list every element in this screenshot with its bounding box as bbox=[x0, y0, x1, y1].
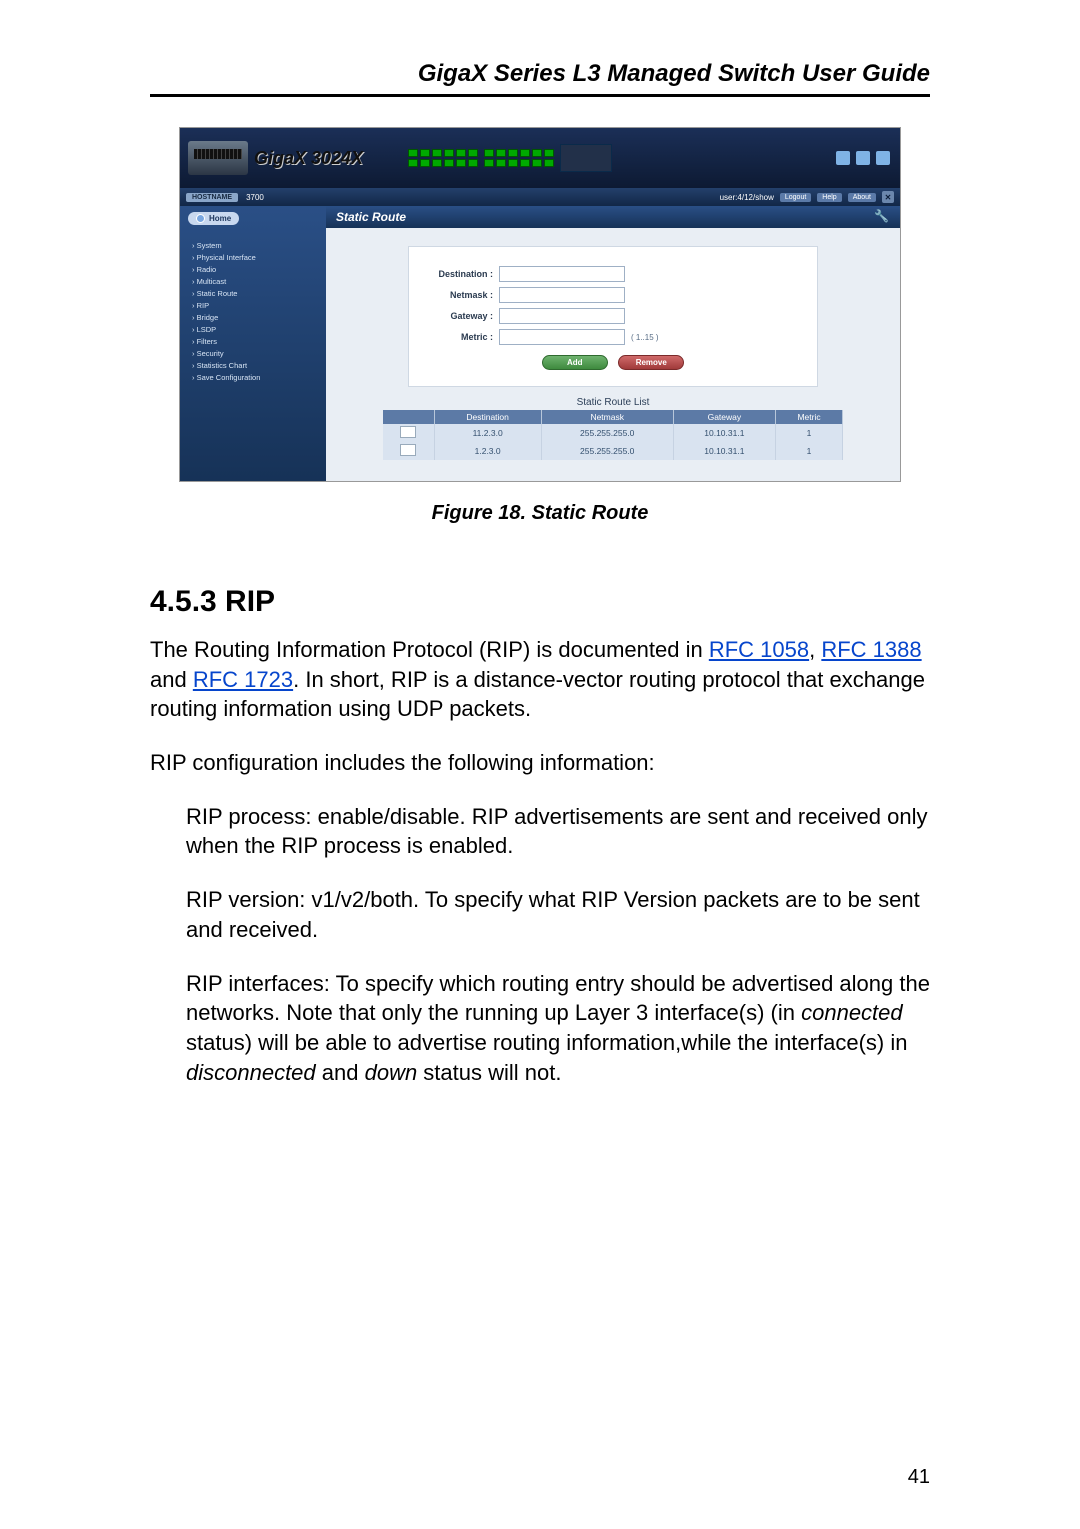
add-button[interactable]: Add bbox=[542, 355, 608, 370]
hostname-value: 3700 bbox=[246, 193, 264, 202]
col-destination: Destination bbox=[434, 410, 541, 424]
col-metric: Metric bbox=[776, 410, 843, 424]
netmask-input[interactable] bbox=[499, 287, 625, 303]
nav-item-security[interactable]: Security bbox=[192, 349, 318, 358]
edit-icon[interactable] bbox=[400, 444, 416, 456]
port-bank-1 bbox=[408, 149, 478, 167]
embedded-screenshot: GigaX 3024X HOSTNAME bbox=[179, 127, 901, 482]
section-heading: 4.5.3 RIP bbox=[150, 585, 930, 619]
brand-text: GigaX 3024X bbox=[254, 148, 363, 169]
document-page: GigaX Series L3 Managed Switch User Guid… bbox=[0, 0, 1080, 1529]
page-number: 41 bbox=[908, 1466, 930, 1489]
port-indicator-panel bbox=[398, 144, 836, 172]
figure-caption: Figure 18. Static Route bbox=[150, 502, 930, 525]
nav-item-static-route[interactable]: Static Route bbox=[192, 289, 318, 298]
metric-label: Metric : bbox=[433, 332, 493, 342]
paragraph-intro: The Routing Information Protocol (RIP) i… bbox=[150, 635, 930, 724]
metric-hint: ( 1..15 ) bbox=[631, 333, 659, 342]
main-panel: Static Route 🔧 Destination : Netmask : G… bbox=[326, 206, 900, 481]
cell-netmask: 255.255.255.0 bbox=[541, 424, 673, 442]
link-rfc-1723[interactable]: RFC 1723 bbox=[193, 667, 293, 692]
static-route-table: Destination Netmask Gateway Metric 11.2.… bbox=[383, 410, 843, 460]
cell-netmask: 255.255.255.0 bbox=[541, 442, 673, 460]
cell-destination: 11.2.3.0 bbox=[434, 424, 541, 442]
home-pill[interactable]: Home bbox=[188, 212, 239, 225]
bullet-rip-process: RIP process: enable/disable. RIP adverti… bbox=[186, 802, 930, 861]
destination-label: Destination : bbox=[433, 269, 493, 279]
col-gateway: Gateway bbox=[673, 410, 775, 424]
page-header: GigaX Series L3 Managed Switch User Guid… bbox=[150, 60, 930, 97]
brand-area: GigaX 3024X bbox=[180, 141, 398, 175]
bullet-rip-interfaces: RIP interfaces: To specify which routing… bbox=[186, 969, 930, 1088]
hostname-label: HOSTNAME bbox=[186, 193, 238, 202]
gateway-input[interactable] bbox=[499, 308, 625, 324]
gateway-label: Gateway : bbox=[433, 311, 493, 321]
table-row[interactable]: 11.2.3.0 255.255.255.0 10.10.31.1 1 bbox=[383, 424, 843, 442]
switch-photo-icon bbox=[188, 141, 248, 175]
nav-item-bridge[interactable]: Bridge bbox=[192, 313, 318, 322]
nav-list: System Physical Interface Radio Multicas… bbox=[192, 241, 318, 382]
device-banner: GigaX 3024X bbox=[180, 128, 900, 188]
bullet-rip-version: RIP version: v1/v2/both. To specify what… bbox=[186, 885, 930, 944]
info-bar: HOSTNAME 3700 user:4/12/show Logout Help… bbox=[180, 188, 900, 206]
col-netmask: Netmask bbox=[541, 410, 673, 424]
nav-item-radio[interactable]: Radio bbox=[192, 265, 318, 274]
route-list-caption: Static Route List bbox=[326, 397, 900, 408]
logout-link[interactable]: Logout bbox=[780, 193, 811, 202]
status-icon bbox=[836, 151, 850, 165]
static-route-form: Destination : Netmask : Gateway : Metric… bbox=[408, 246, 818, 387]
remove-button[interactable]: Remove bbox=[618, 355, 684, 370]
nav-item-physical-interface[interactable]: Physical Interface bbox=[192, 253, 318, 262]
status-icon bbox=[876, 151, 890, 165]
panel-title: Static Route bbox=[336, 210, 406, 224]
edit-icon[interactable] bbox=[400, 426, 416, 438]
cell-metric: 1 bbox=[776, 442, 843, 460]
table-row[interactable]: 1.2.3.0 255.255.255.0 10.10.31.1 1 bbox=[383, 442, 843, 460]
ui-body: Home System Physical Interface Radio Mul… bbox=[180, 206, 900, 481]
link-rfc-1388[interactable]: RFC 1388 bbox=[821, 637, 921, 662]
sidebar: Home System Physical Interface Radio Mul… bbox=[180, 206, 326, 481]
banner-icons bbox=[836, 151, 900, 165]
cell-gateway: 10.10.31.1 bbox=[673, 424, 775, 442]
nav-item-statistics-chart[interactable]: Statistics Chart bbox=[192, 361, 318, 370]
nav-item-multicast[interactable]: Multicast bbox=[192, 277, 318, 286]
nav-item-filters[interactable]: Filters bbox=[192, 337, 318, 346]
metric-input[interactable] bbox=[499, 329, 625, 345]
nav-item-rip[interactable]: RIP bbox=[192, 301, 318, 310]
help-link[interactable]: Help bbox=[817, 193, 841, 202]
user-info: user:4/12/show bbox=[720, 193, 774, 202]
nav-item-save-configuration[interactable]: Save Configuration bbox=[192, 373, 318, 382]
cell-metric: 1 bbox=[776, 424, 843, 442]
close-icon[interactable]: ✕ bbox=[882, 191, 894, 203]
panel-title-bar: Static Route 🔧 bbox=[326, 206, 900, 228]
nav-item-system[interactable]: System bbox=[192, 241, 318, 250]
about-link[interactable]: About bbox=[848, 193, 876, 202]
status-icon bbox=[856, 151, 870, 165]
paragraph-config-lead: RIP configuration includes the following… bbox=[150, 748, 930, 778]
nav-item-lsdp[interactable]: LSDP bbox=[192, 325, 318, 334]
table-header-row: Destination Netmask Gateway Metric bbox=[383, 410, 843, 424]
netmask-label: Netmask : bbox=[433, 290, 493, 300]
port-bank-2 bbox=[484, 149, 554, 167]
cell-gateway: 10.10.31.1 bbox=[673, 442, 775, 460]
destination-input[interactable] bbox=[499, 266, 625, 282]
wrench-icon[interactable]: 🔧 bbox=[874, 209, 890, 225]
cell-destination: 1.2.3.0 bbox=[434, 442, 541, 460]
uplink-panel bbox=[560, 144, 612, 172]
col-edit bbox=[383, 410, 434, 424]
link-rfc-1058[interactable]: RFC 1058 bbox=[709, 637, 809, 662]
